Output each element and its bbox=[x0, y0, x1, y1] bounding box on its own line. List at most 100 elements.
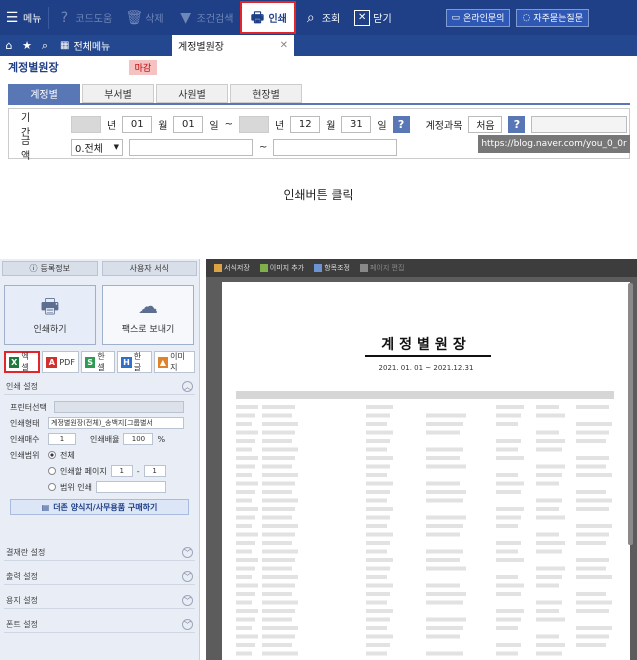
blurred-ledger-cell bbox=[426, 626, 463, 630]
approval-settings-header[interactable]: 결재란 설정 ﹀ bbox=[4, 545, 195, 561]
blurred-ledger-cell bbox=[236, 439, 255, 443]
search-icon[interactable]: ⌕ bbox=[36, 39, 54, 53]
print-settings-header[interactable]: 인쇄 설정 ︿ bbox=[4, 379, 195, 395]
blurred-ledger-cell bbox=[262, 609, 295, 613]
copies-stepper[interactable]: 1 bbox=[48, 433, 76, 445]
buy-forms-button[interactable]: ▤ 더존 양식지/사무용품 구매하기 bbox=[10, 499, 189, 515]
amount-from-field[interactable] bbox=[129, 138, 253, 156]
page-edit-label: 페이지 편집 bbox=[369, 264, 405, 272]
save-format-button[interactable]: 서식저장 bbox=[214, 263, 250, 273]
start-day-field[interactable]: 01 bbox=[173, 115, 204, 133]
range-to-stepper[interactable]: 1 bbox=[143, 465, 166, 477]
blurred-ledger-cell bbox=[262, 473, 298, 477]
close-button[interactable]: ✕ 닫기 bbox=[347, 0, 398, 35]
page-edit-button[interactable]: 페이지 편집 bbox=[359, 263, 405, 273]
blurred-ledger-cell bbox=[536, 481, 559, 486]
hamburger-icon: ☰ bbox=[5, 9, 19, 26]
export-excel-button[interactable]: X 엑셀 bbox=[4, 351, 41, 373]
tab-close-icon[interactable]: ✕ bbox=[280, 40, 288, 51]
export-image-button[interactable]: ▲ 이미지 bbox=[153, 351, 196, 373]
blurred-ledger-cell bbox=[236, 541, 255, 545]
blurred-ledger-cell bbox=[236, 524, 252, 528]
fax-button[interactable]: ☁ 팩스로 보내기 bbox=[102, 285, 194, 345]
paper-settings-header[interactable]: 용지 설정 ﹀ bbox=[4, 593, 195, 609]
period-help-icon[interactable]: ? bbox=[392, 115, 410, 133]
blurred-ledger-cell bbox=[366, 507, 393, 511]
range-partial-field[interactable] bbox=[95, 481, 166, 493]
scale-stepper[interactable]: 100 bbox=[123, 433, 154, 445]
range-pages-radio[interactable] bbox=[48, 467, 56, 475]
font-settings-header[interactable]: 폰트 설정 ﹀ bbox=[4, 617, 195, 633]
menu-button[interactable]: ☰ 메뉴 bbox=[0, 0, 48, 35]
subtab-account[interactable]: 계정별 bbox=[8, 84, 80, 103]
blurred-ledger-cell bbox=[366, 600, 387, 605]
online-inquiry-button[interactable]: ▭ 온라인문의 bbox=[445, 8, 511, 27]
blurred-ledger-cell bbox=[366, 422, 387, 426]
output-settings-header[interactable]: 출력 설정 ﹀ bbox=[4, 569, 195, 585]
faq-button[interactable]: ◌ 자주묻는질문 bbox=[516, 8, 589, 27]
range-all-radio[interactable] bbox=[48, 451, 56, 459]
end-day-field[interactable]: 31 bbox=[341, 115, 372, 133]
home-icon[interactable]: ⌂ bbox=[0, 39, 18, 52]
blurred-ledger-cell bbox=[366, 549, 387, 554]
subtab-site[interactable]: 현장별 bbox=[230, 84, 302, 103]
adjust-items-button[interactable]: 항목조정 bbox=[314, 263, 350, 273]
blurred-ledger-cell bbox=[496, 583, 524, 588]
blurred-ledger-cell bbox=[496, 524, 518, 528]
blurred-ledger-cell bbox=[576, 422, 612, 426]
percent-sign: % bbox=[157, 434, 166, 444]
printer-select-field[interactable] bbox=[54, 401, 184, 413]
blurred-ledger-cell bbox=[366, 541, 390, 545]
condition-search-button[interactable]: ▼ 조건검색 bbox=[171, 0, 241, 35]
account-help-icon[interactable]: ? bbox=[508, 115, 526, 133]
subtab-employee[interactable]: 사원별 bbox=[156, 84, 228, 103]
pdf-icon: A bbox=[46, 356, 58, 368]
code-help-button[interactable]: ? 코드도움 bbox=[49, 0, 119, 35]
start-month-field[interactable]: 01 bbox=[122, 115, 153, 133]
blurred-ledger-cell bbox=[366, 566, 390, 571]
account-field[interactable]: 처음 bbox=[468, 115, 503, 133]
blurred-ledger-cell bbox=[366, 617, 390, 622]
blurred-ledger-cell bbox=[576, 558, 609, 562]
blurred-ledger-cell bbox=[536, 651, 562, 656]
blurred-ledger-cell bbox=[536, 507, 559, 511]
range-from-stepper[interactable]: 1 bbox=[110, 465, 133, 477]
export-hancell-button[interactable]: S 한셀 bbox=[80, 351, 116, 373]
print-now-button[interactable]: 🖶 인쇄하기 bbox=[4, 285, 96, 345]
blurred-ledger-cell bbox=[366, 643, 390, 647]
tab-all-menu[interactable]: ▦ 전체메뉴 bbox=[54, 35, 172, 56]
star-icon[interactable]: ★ bbox=[18, 39, 36, 52]
blurred-ledger-cell bbox=[496, 617, 521, 622]
tab-account-ledger[interactable]: 계정별원장 ✕ bbox=[172, 35, 294, 56]
range-partial-radio[interactable] bbox=[48, 483, 56, 491]
blurred-ledger-cell bbox=[236, 490, 255, 494]
export-hangul-button[interactable]: H 한글 bbox=[117, 351, 152, 373]
inquiry-button[interactable]: ⌕ 조회 bbox=[296, 0, 347, 35]
start-year-field[interactable] bbox=[71, 115, 101, 133]
amount-select[interactable]: 0.전체 ▼ bbox=[71, 138, 123, 156]
page-edit-icon bbox=[359, 264, 368, 272]
blurred-ledger-cell bbox=[536, 617, 565, 622]
user-format-label: 사용자 서식 bbox=[129, 264, 169, 273]
blurred-ledger-cell bbox=[262, 558, 295, 562]
end-month-field[interactable]: 12 bbox=[290, 115, 321, 133]
register-info-tab[interactable]: ⓘ 등록정보 bbox=[2, 261, 98, 276]
amount-to-field[interactable] bbox=[273, 138, 398, 156]
delete-button[interactable]: 🗑 삭제 bbox=[119, 0, 170, 35]
hancell-icon: S bbox=[84, 356, 96, 368]
blurred-ledger-cell bbox=[536, 464, 565, 469]
user-format-tab[interactable]: 사용자 서식 bbox=[101, 261, 197, 276]
account-name-field[interactable] bbox=[531, 115, 628, 133]
end-year-field[interactable] bbox=[239, 115, 269, 133]
amount-label: 금 액 bbox=[21, 136, 45, 162]
blurred-ledger-cell bbox=[262, 575, 298, 579]
add-image-button[interactable]: 이미지 추가 bbox=[259, 263, 304, 273]
viewer-scrollbar[interactable] bbox=[628, 283, 633, 545]
print-type-select[interactable]: 계정별원장(전체)_송백지[그룹별서 bbox=[48, 417, 184, 429]
blurred-ledger-cell bbox=[366, 490, 390, 494]
export-pdf-button[interactable]: A PDF bbox=[42, 351, 79, 373]
blurred-ledger-cell bbox=[262, 651, 298, 656]
print-button[interactable]: 🖶 인쇄 bbox=[240, 1, 296, 34]
subtab-department[interactable]: 부서별 bbox=[82, 84, 154, 103]
print-type-label: 인쇄형태 bbox=[10, 418, 40, 428]
